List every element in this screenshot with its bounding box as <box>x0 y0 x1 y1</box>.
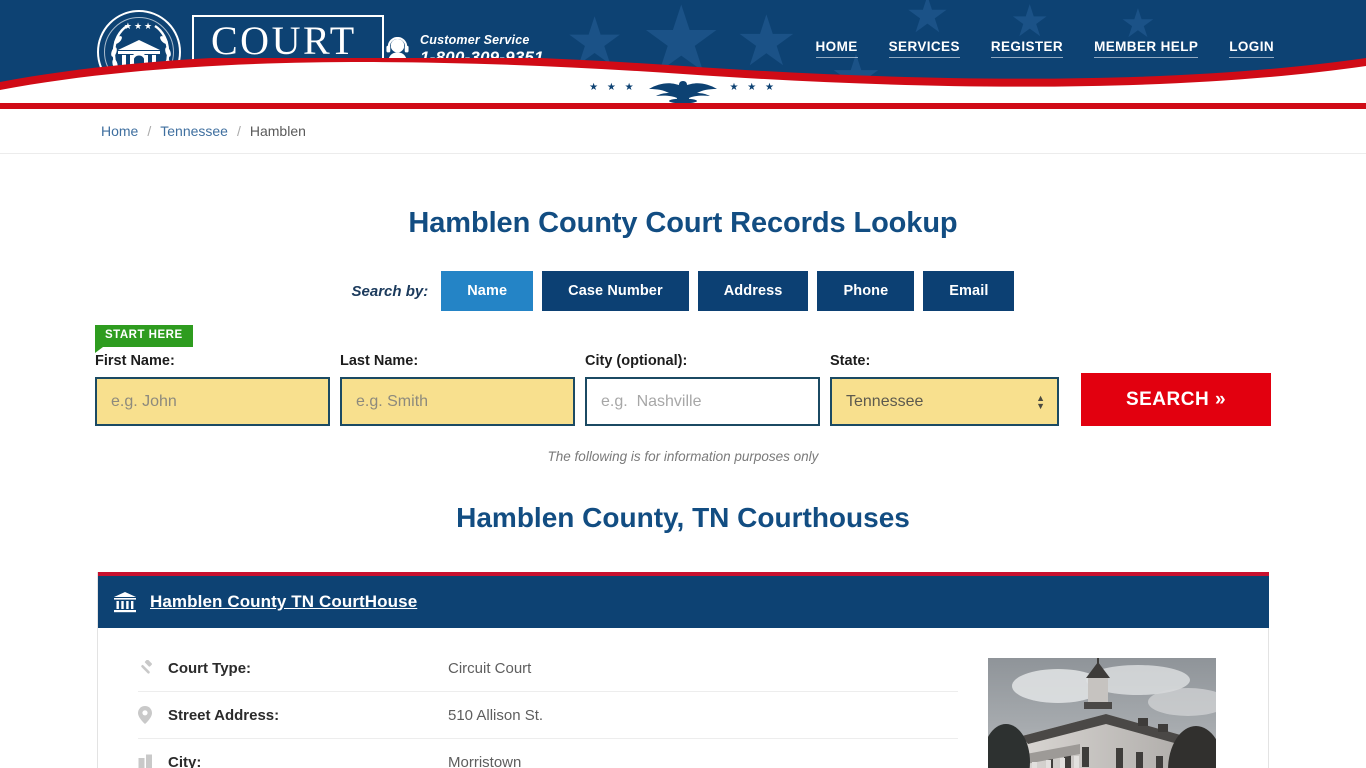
breadcrumb-item-current: Hamblen <box>249 123 306 139</box>
state-label: State: <box>830 353 871 369</box>
main-navigation: HOME SERVICES REGISTER MEMBER HELP LOGIN <box>815 39 1274 58</box>
table-row: City: Morristown <box>138 739 958 768</box>
page-title: Hamblen County Court Records Lookup <box>408 207 958 239</box>
court-seal-icon: ★★★ <box>97 10 181 94</box>
courthouse-title-link[interactable]: Hamblen County TN CourtHouse <box>150 592 417 612</box>
courthouse-card-header: Hamblen County TN CourtHouse <box>98 572 1269 628</box>
eagle-stars-right: ★ ★ ★ <box>729 82 777 94</box>
detail-value: Circuit Court <box>448 659 532 677</box>
last-name-input[interactable] <box>340 377 575 426</box>
detail-value: 510 Allison St. <box>448 706 544 724</box>
bank-courthouse-icon <box>114 592 136 613</box>
tab-address[interactable]: Address <box>697 271 809 311</box>
tab-phone[interactable]: Phone <box>817 271 915 311</box>
start-here-badge: START HERE <box>95 325 193 352</box>
laurel-wreath-icon <box>111 24 171 85</box>
search-form: START HERE First Name: Last Name: City (… <box>95 325 1271 426</box>
customer-service-label: Customer Service <box>420 33 530 47</box>
state-select[interactable]: Tennessee <box>830 377 1059 426</box>
eagle-stars-left: ★ ★ ★ <box>589 82 637 94</box>
site-logo[interactable]: ★★★ COURT CASE FINDER <box>97 9 385 95</box>
courthouse-details-list: Court Type: Circuit Court Street Address… <box>98 628 988 768</box>
map-pin-icon <box>138 706 168 724</box>
city-input[interactable] <box>585 377 820 426</box>
first-name-input[interactable] <box>95 377 330 426</box>
courthouse-photo-column <box>988 628 1268 768</box>
nav-item-member-help[interactable]: MEMBER HELP <box>1094 39 1199 58</box>
last-name-label: Last Name: <box>340 353 419 369</box>
tab-case-number[interactable]: Case Number <box>542 271 689 311</box>
first-name-label: First Name: <box>95 353 175 369</box>
detail-label: City: <box>168 753 202 768</box>
tab-email[interactable]: Email <box>923 271 1015 311</box>
breadcrumb: Home / Tennessee / Hamblen <box>101 123 306 139</box>
nav-item-services[interactable]: SERVICES <box>888 39 960 58</box>
nav-item-home[interactable]: HOME <box>815 39 858 58</box>
table-row: Street Address: 510 Allison St. <box>138 692 958 739</box>
tab-name[interactable]: Name <box>441 271 534 311</box>
nav-item-register[interactable]: REGISTER <box>990 39 1064 58</box>
customer-service-block: Customer Service 1-800-309-9351 <box>385 33 544 68</box>
detail-value: Morristown <box>448 753 522 768</box>
headset-agent-icon <box>386 37 409 65</box>
detail-label: Street Address: <box>168 706 280 724</box>
logo-subtitle: CASE FINDER <box>216 70 366 85</box>
logo-text-box: COURT CASE FINDER <box>192 15 385 89</box>
breadcrumb-item-tennessee[interactable]: Tennessee <box>160 123 228 139</box>
city-label: City (optional): <box>585 353 688 369</box>
logo-title: COURT <box>211 18 357 63</box>
last-name-field-group: Last Name: <box>340 353 575 426</box>
info-purposes-note: The following is for information purpose… <box>547 449 819 464</box>
detail-label: Court Type: <box>168 659 252 677</box>
eagle-icon <box>649 81 717 103</box>
courthouses-section-title: Hamblen County, TN Courthouses <box>456 502 910 533</box>
courthouse-card: Hamblen County TN CourtHouse Court Type:… <box>97 572 1269 768</box>
city-icon <box>138 754 168 768</box>
breadcrumb-item-home[interactable]: Home <box>101 123 138 139</box>
courthouse-photo <box>988 658 1216 768</box>
search-by-label: Search by: <box>351 282 429 300</box>
courthouse-card-body: Court Type: Circuit Court Street Address… <box>98 628 1268 768</box>
gavel-icon <box>138 659 168 677</box>
search-by-tabs: Search by: Name Case Number Address Phon… <box>0 271 1366 311</box>
city-field-group: City (optional): <box>585 353 820 426</box>
customer-service-phone[interactable]: 1-800-309-9351 <box>420 48 544 68</box>
search-button[interactable]: SEARCH » <box>1081 373 1271 426</box>
site-header: ★ ★ ★ ★ ★ ★ ★ ★★★ COURT CASE FINDER Cust… <box>0 0 1366 103</box>
first-name-field-group: First Name: <box>95 353 330 426</box>
breadcrumb-separator: / <box>236 123 241 139</box>
nav-item-login[interactable]: LOGIN <box>1229 39 1274 58</box>
state-field-group: State: Tennessee ▲ ▼ <box>830 353 1059 426</box>
breadcrumb-separator: / <box>147 123 152 139</box>
table-row: Court Type: Circuit Court <box>138 645 958 692</box>
breadcrumb-bar: Home / Tennessee / Hamblen <box>0 109 1366 154</box>
